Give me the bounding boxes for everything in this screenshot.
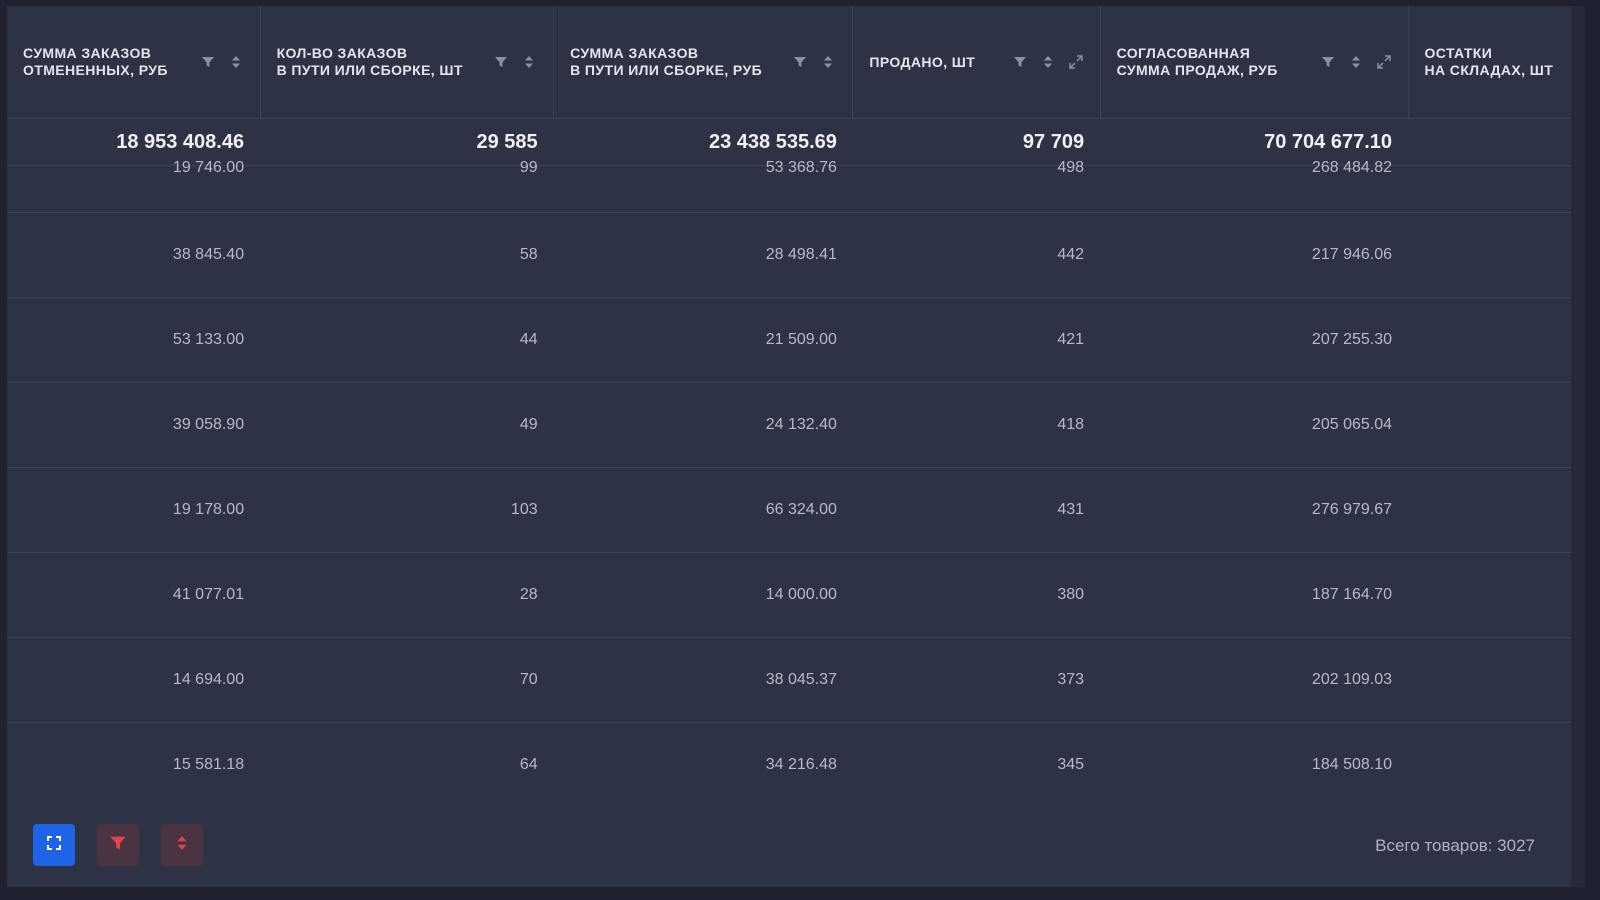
total-cell	[1408, 118, 1585, 166]
total-products-count: Всего товаров: 3027	[1375, 836, 1535, 855]
table-cell: 70	[260, 637, 554, 723]
column-header-label: СУММА ЗАКАЗОВ ОТМЕНЕННЫХ, РУБ	[23, 45, 168, 78]
filter-icon[interactable]	[792, 54, 808, 70]
table-cell: 207 255.30	[1100, 297, 1408, 383]
table-row[interactable]: 14 694.00 70 38 045.37 373 202 109.03	[7, 637, 1585, 723]
sort-icon[interactable]	[228, 54, 244, 70]
vertical-scrollbar[interactable]	[1571, 6, 1585, 887]
table-cell: 24 132.40	[553, 382, 853, 468]
column-header[interactable]: СОГЛАСОВАННАЯ СУММА ПРОДАЖ, РУБ	[1100, 6, 1409, 119]
table-cell: 58	[260, 212, 554, 298]
table-cell	[1408, 165, 1585, 213]
table-cell: 53 368.76	[553, 159, 853, 213]
table-row[interactable]: 38 845.40 58 28 498.41 442 217 946.06	[7, 212, 1585, 298]
table-cell: 19 746.00	[7, 159, 261, 213]
table-cell: 53 133.00	[7, 297, 261, 383]
table-cell: 19 178.00	[7, 467, 261, 553]
table-cell: 21 509.00	[553, 297, 853, 383]
expand-column-icon[interactable]	[1068, 54, 1084, 70]
table-cell: 44	[260, 297, 554, 383]
table-cell: 498	[852, 159, 1101, 213]
sort-icon[interactable]	[820, 54, 836, 70]
column-header[interactable]: СУММА ЗАКАЗОВ В ПУТИ ИЛИ СБОРКЕ, РУБ	[553, 6, 854, 119]
sort-icon	[176, 835, 188, 856]
column-header[interactable]: КОЛ-ВО ЗАКАЗОВ В ПУТИ ИЛИ СБОРКЕ, ШТ	[260, 6, 555, 119]
column-header-label: КОЛ-ВО ЗАКАЗОВ В ПУТИ ИЛИ СБОРКЕ, ШТ	[276, 45, 463, 78]
table-cell	[1408, 212, 1585, 298]
filter-icon[interactable]	[200, 54, 216, 70]
expand-column-icon[interactable]	[1376, 54, 1392, 70]
table-cell	[1408, 297, 1585, 383]
table-row[interactable]: 41 077.01 28 14 000.00 380 187 164.70	[7, 552, 1585, 638]
table-cell: 14 694.00	[7, 637, 261, 723]
table-cell	[1408, 552, 1585, 638]
products-table: СУММА ЗАКАЗОВ ОТМЕНЕННЫХ, РУБ КОЛ-ВО ЗАК…	[7, 6, 1585, 808]
table-row[interactable]: 19 178.00 103 66 324.00 431 276 979.67	[7, 467, 1585, 553]
table-cell: 39 058.90	[7, 382, 261, 468]
table-cell: 14 000.00	[553, 552, 853, 638]
sort-icon[interactable]	[1348, 54, 1364, 70]
column-header[interactable]: ПРОДАНО, ШТ	[852, 6, 1101, 119]
table-cell: 38 845.40	[7, 212, 261, 298]
table-cell: 205 065.04	[1100, 382, 1408, 468]
table-cell: 38 045.37	[553, 637, 853, 723]
table-cell: 99	[260, 159, 554, 213]
total-cell: 29 585	[260, 118, 554, 166]
table-cell: 373	[852, 637, 1101, 723]
table-cell: 268 484.82	[1100, 159, 1408, 213]
table-cell	[1408, 467, 1585, 553]
table-cell: 442	[852, 212, 1101, 298]
table-cell: 380	[852, 552, 1101, 638]
reset-filter-button[interactable]	[97, 824, 139, 866]
table-cell: 431	[852, 467, 1101, 553]
table-cell: 202 109.03	[1100, 637, 1408, 723]
column-header-label: СОГЛАСОВАННАЯ СУММА ПРОДАЖ, РУБ	[1116, 45, 1278, 78]
data-table-panel: СУММА ЗАКАЗОВ ОТМЕНЕННЫХ, РУБ КОЛ-ВО ЗАК…	[7, 6, 1585, 887]
column-header-label: ПРОДАНО, ШТ	[869, 53, 976, 70]
filter-icon[interactable]	[1320, 54, 1336, 70]
table-row[interactable]: 19 746.00 99 53 368.76 498 268 484.82	[7, 159, 1585, 213]
table-cell: 66 324.00	[553, 467, 853, 553]
filter-icon[interactable]	[1012, 54, 1028, 70]
column-header-label: СУММА ЗАКАЗОВ В ПУТИ ИЛИ СБОРКЕ, РУБ	[570, 45, 763, 78]
table-cell: 41 077.01	[7, 552, 261, 638]
table-row[interactable]: 53 133.00 44 21 509.00 421 207 255.30	[7, 297, 1585, 383]
sort-icon[interactable]	[521, 54, 537, 70]
table-cell: 103	[260, 467, 554, 553]
table-cell: 187 164.70	[1100, 552, 1408, 638]
table-cell	[1408, 382, 1585, 468]
table-cell: 28 498.41	[553, 212, 853, 298]
column-header[interactable]: СУММА ЗАКАЗОВ ОТМЕНЕННЫХ, РУБ	[7, 6, 261, 119]
header-row: СУММА ЗАКАЗОВ ОТМЕНЕННЫХ, РУБ КОЛ-ВО ЗАК…	[7, 6, 1585, 119]
fullscreen-button[interactable]	[33, 824, 75, 866]
sort-icon[interactable]	[1040, 54, 1056, 70]
table-footer: Всего товаров: 3027	[7, 792, 1571, 887]
reset-sort-button[interactable]	[161, 824, 203, 866]
filter-icon[interactable]	[493, 54, 509, 70]
table-cell: 276 979.67	[1100, 467, 1408, 553]
column-header-label: ОСТАТКИ НА СКЛАДАХ, ШТ	[1424, 45, 1554, 78]
table-cell: 49	[260, 382, 554, 468]
table-cell	[1408, 637, 1585, 723]
table-cell: 421	[852, 297, 1101, 383]
fullscreen-icon	[46, 835, 62, 856]
table-cell: 217 946.06	[1100, 212, 1408, 298]
filter-icon	[109, 834, 127, 857]
table-cell: 28	[260, 552, 554, 638]
table-row[interactable]: 39 058.90 49 24 132.40 418 205 065.04	[7, 382, 1585, 468]
table-cell: 418	[852, 382, 1101, 468]
column-header[interactable]: ОСТАТКИ НА СКЛАДАХ, ШТ	[1408, 6, 1585, 119]
